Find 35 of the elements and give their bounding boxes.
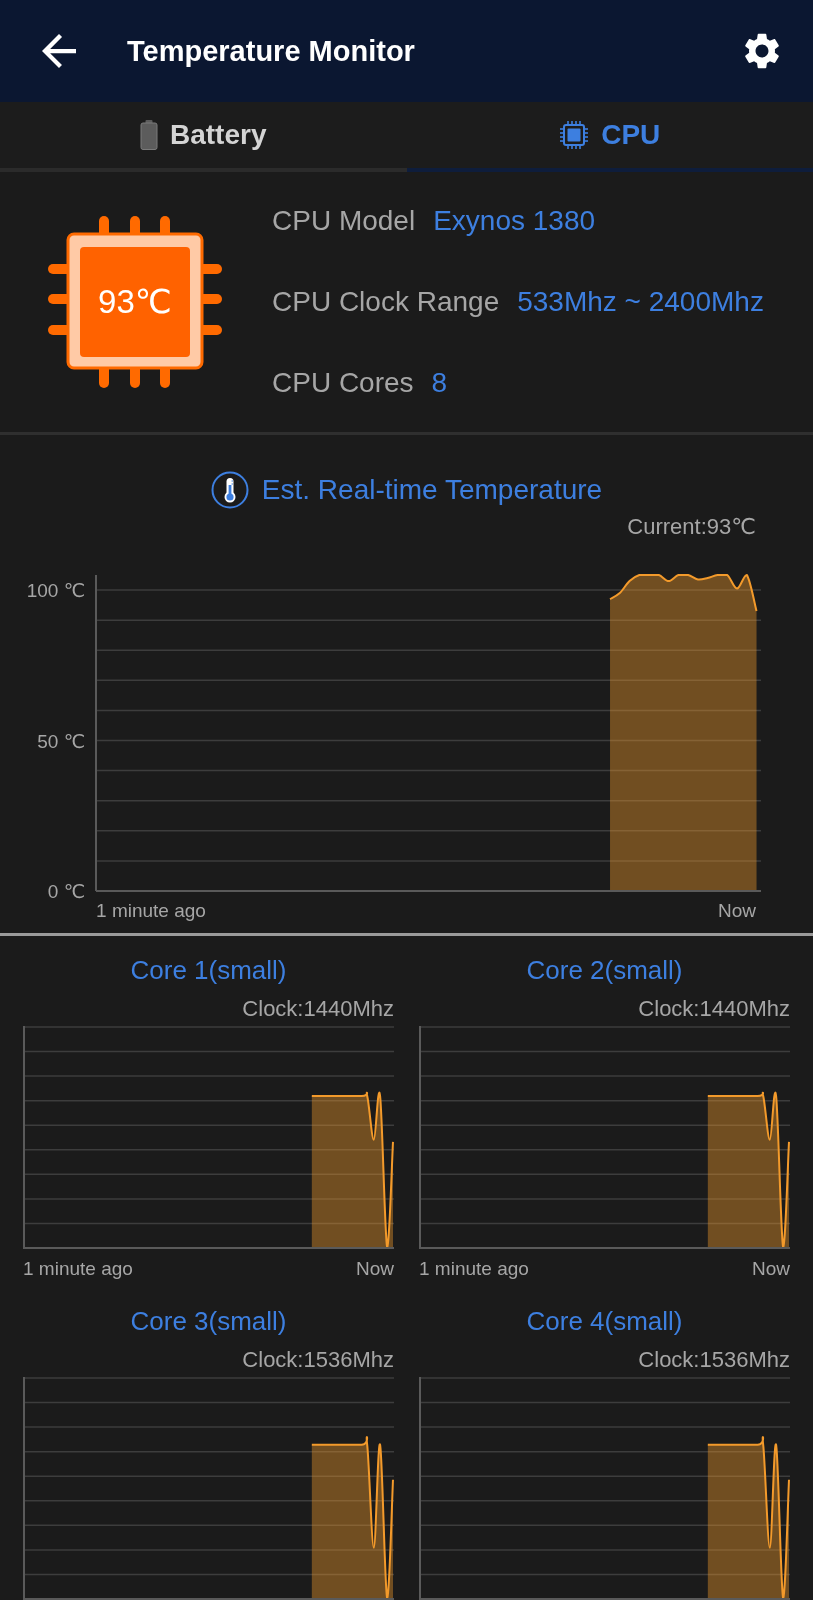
info-label: CPU Cores xyxy=(272,366,414,400)
info-value: 8 xyxy=(431,366,448,400)
cpu-chip-icon xyxy=(48,216,222,388)
axis-label: 0 ℃ xyxy=(47,881,85,902)
core-title: Core 4(small) xyxy=(526,1305,683,1338)
chip-temperature: 93℃ xyxy=(98,283,172,321)
clock-reading: Clock:1440Mhz xyxy=(242,996,394,1022)
core-title: Core 3(small) xyxy=(130,1305,287,1338)
axis-label: 1 minute ago xyxy=(23,1257,133,1281)
core-title: Core 1(small) xyxy=(130,954,287,987)
axis-label: 100 ℃ xyxy=(26,580,85,602)
screen-title: Temperature Monitor xyxy=(127,34,416,69)
info-label: CPU Clock Range xyxy=(272,285,500,319)
back-arrow-icon xyxy=(42,34,76,68)
chart-title: Est. Real-time Temperature xyxy=(261,473,603,507)
info-label: CPU Model xyxy=(272,204,416,238)
info-value: 533Mhz ~ 2400Mhz xyxy=(517,285,764,319)
settings-button[interactable] xyxy=(744,33,780,69)
clock-reading: Clock:1440Mhz xyxy=(638,996,790,1022)
info-value: Exynos 1380 xyxy=(433,204,596,238)
axis-label: Now xyxy=(718,900,756,921)
thermometer-icon xyxy=(210,471,249,509)
axis-label: Now xyxy=(356,1257,394,1281)
battery-icon xyxy=(140,120,158,150)
settings-icon xyxy=(744,33,780,69)
core-title: Core 2(small) xyxy=(526,954,683,987)
current-temperature: Current:93℃ xyxy=(627,514,756,540)
clock-reading: Clock:1536Mhz xyxy=(638,1347,790,1373)
axis-label: 1 minute ago xyxy=(419,1257,529,1281)
chip-icon xyxy=(559,120,590,150)
axis-label: 50 ℃ xyxy=(37,730,85,752)
axis-label: 1 minute ago xyxy=(96,900,206,921)
clock-reading: Clock:1536Mhz xyxy=(242,1347,394,1373)
back-button[interactable] xyxy=(42,34,76,68)
axis-label: Now xyxy=(752,1257,790,1281)
